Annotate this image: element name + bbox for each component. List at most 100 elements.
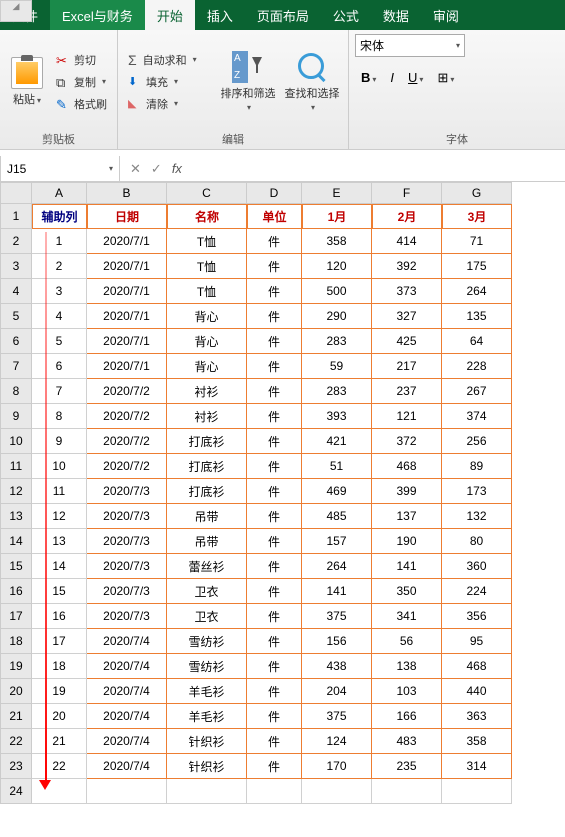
cell[interactable]: 228 (442, 354, 512, 379)
cell[interactable]: 针织衫 (167, 754, 247, 779)
cell[interactable]: 卫衣 (167, 604, 247, 629)
cell[interactable]: 21 (32, 729, 87, 754)
cell[interactable]: 468 (442, 654, 512, 679)
cell[interactable]: 170 (302, 754, 372, 779)
cell[interactable]: T恤 (167, 229, 247, 254)
cell[interactable]: 20 (32, 704, 87, 729)
cell[interactable]: 399 (372, 479, 442, 504)
cell[interactable]: 15 (32, 579, 87, 604)
dialog-launcher-icon[interactable]: ◢ (0, 0, 32, 22)
cell[interactable]: 19 (32, 679, 87, 704)
cell[interactable]: 羊毛衫 (167, 704, 247, 729)
cell[interactable]: 件 (247, 604, 302, 629)
cell[interactable]: 件 (247, 229, 302, 254)
clear-button[interactable]: 清除▾ (124, 94, 214, 114)
underline-button[interactable]: U▾ (402, 67, 429, 89)
row-header[interactable]: 4 (0, 279, 32, 304)
cell[interactable]: 166 (372, 704, 442, 729)
cell[interactable]: 10 (32, 454, 87, 479)
border-button[interactable]: ⊞▾ (431, 67, 460, 89)
cell[interactable]: 12 (32, 504, 87, 529)
fill-button[interactable]: 填充▾ (124, 72, 214, 92)
cell[interactable]: 辅助列 (32, 204, 87, 229)
row-header[interactable]: 16 (0, 579, 32, 604)
cell[interactable]: 341 (372, 604, 442, 629)
cell[interactable]: 雪纺衫 (167, 654, 247, 679)
cell[interactable]: 件 (247, 429, 302, 454)
cell[interactable]: 2020/7/2 (87, 379, 167, 404)
cell[interactable]: 件 (247, 679, 302, 704)
cell[interactable]: 2020/7/1 (87, 279, 167, 304)
cell[interactable]: 2020/7/2 (87, 429, 167, 454)
row-header[interactable]: 18 (0, 629, 32, 654)
cell[interactable]: 2020/7/3 (87, 529, 167, 554)
row-header[interactable]: 6 (0, 329, 32, 354)
cell[interactable]: 124 (302, 729, 372, 754)
cell[interactable]: 吊带 (167, 529, 247, 554)
cell[interactable]: 8 (32, 404, 87, 429)
autosum-button[interactable]: 自动求和▾ (124, 50, 214, 70)
cell[interactable]: 2020/7/4 (87, 729, 167, 754)
cell[interactable]: 2020/7/4 (87, 679, 167, 704)
cell[interactable]: 500 (302, 279, 372, 304)
cell[interactable]: 针织衫 (167, 729, 247, 754)
name-box[interactable]: J15▾ (0, 156, 120, 181)
cell[interactable]: 135 (442, 304, 512, 329)
row-header[interactable]: 1 (0, 204, 32, 229)
row-header[interactable]: 10 (0, 429, 32, 454)
cell[interactable]: 327 (372, 304, 442, 329)
cell[interactable]: 59 (302, 354, 372, 379)
column-header[interactable]: A (32, 182, 87, 204)
cell[interactable]: 件 (247, 329, 302, 354)
cell[interactable]: 2020/7/2 (87, 404, 167, 429)
cell[interactable]: 22 (32, 754, 87, 779)
fx-button[interactable]: fx (172, 161, 182, 176)
accept-formula-button[interactable]: ✓ (151, 161, 162, 177)
row-header[interactable]: 13 (0, 504, 32, 529)
cell[interactable]: 356 (442, 604, 512, 629)
spreadsheet-grid[interactable]: ABCDEFG 1辅助列日期名称单位1月2月3月212020/7/1T恤件358… (0, 182, 565, 804)
row-header[interactable]: 9 (0, 404, 32, 429)
cell[interactable]: 13 (32, 529, 87, 554)
cell[interactable]: 件 (247, 404, 302, 429)
cell[interactable]: 360 (442, 554, 512, 579)
cell[interactable]: 件 (247, 704, 302, 729)
cell[interactable]: 件 (247, 304, 302, 329)
column-header[interactable]: C (167, 182, 247, 204)
cell[interactable]: 4 (32, 304, 87, 329)
cell[interactable]: 2020/7/1 (87, 354, 167, 379)
cell[interactable]: 141 (372, 554, 442, 579)
cell[interactable]: 374 (442, 404, 512, 429)
cell[interactable]: 224 (442, 579, 512, 604)
font-name-select[interactable]: 宋体▾ (355, 34, 465, 57)
select-all-corner[interactable] (0, 182, 32, 204)
menu-tab[interactable]: 页面布局 (245, 0, 321, 30)
cell[interactable]: 18 (32, 654, 87, 679)
cell[interactable]: 2020/7/1 (87, 329, 167, 354)
cell[interactable]: 132 (442, 504, 512, 529)
cell[interactable]: 2020/7/4 (87, 704, 167, 729)
cell[interactable]: 71 (442, 229, 512, 254)
cell[interactable]: 2020/7/1 (87, 254, 167, 279)
column-header[interactable]: B (87, 182, 167, 204)
cell[interactable]: 2020/7/3 (87, 554, 167, 579)
row-header[interactable]: 23 (0, 754, 32, 779)
cell[interactable]: 468 (372, 454, 442, 479)
cell[interactable]: 件 (247, 254, 302, 279)
column-header[interactable]: G (442, 182, 512, 204)
cell[interactable]: 373 (372, 279, 442, 304)
cell[interactable]: 103 (372, 679, 442, 704)
cell[interactable]: 打底衫 (167, 429, 247, 454)
cell[interactable]: 283 (302, 379, 372, 404)
cell[interactable] (32, 779, 87, 804)
cell[interactable]: 264 (302, 554, 372, 579)
cell[interactable]: 137 (372, 504, 442, 529)
cell[interactable]: 190 (372, 529, 442, 554)
cell[interactable]: 件 (247, 654, 302, 679)
copy-button[interactable]: 复制▾ (52, 72, 111, 92)
cell[interactable]: 件 (247, 754, 302, 779)
cell[interactable]: T恤 (167, 279, 247, 304)
cell[interactable]: 414 (372, 229, 442, 254)
cell[interactable]: 80 (442, 529, 512, 554)
cell[interactable]: 120 (302, 254, 372, 279)
